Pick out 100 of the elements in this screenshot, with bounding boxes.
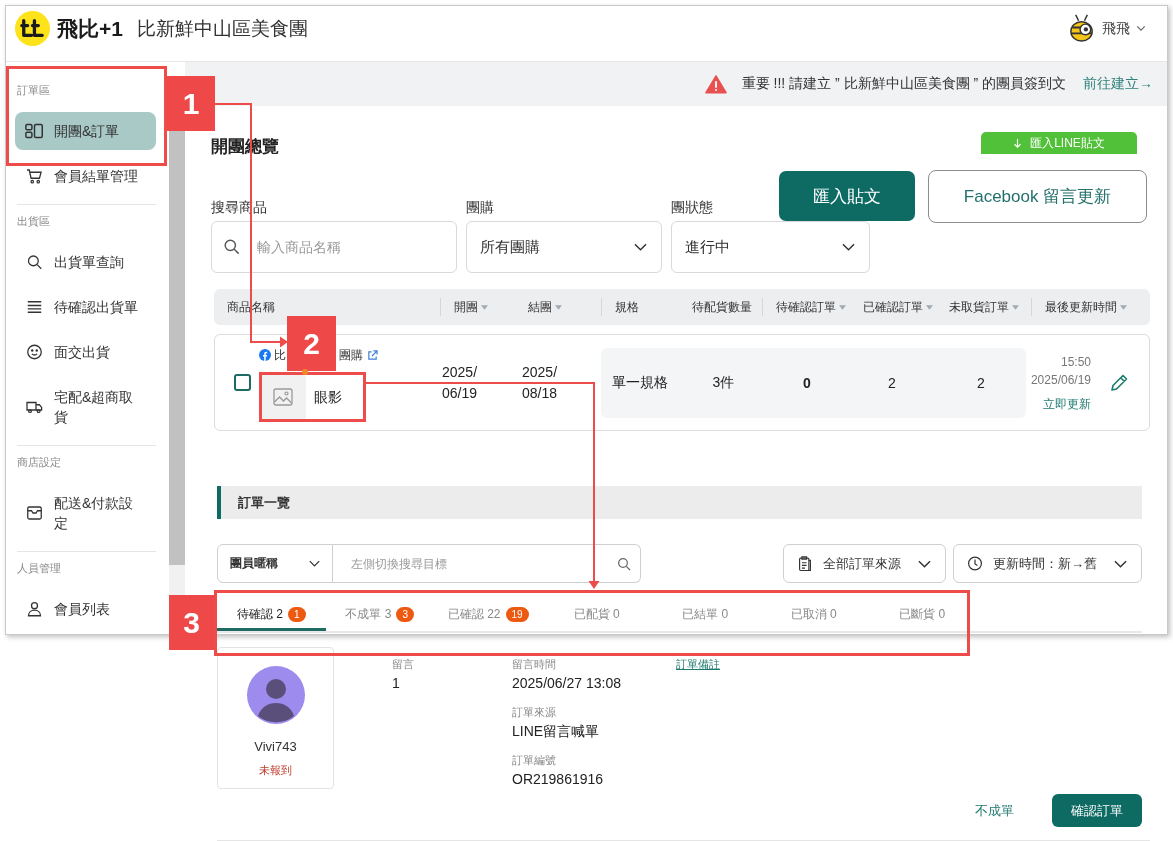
dot-icon [302,369,308,375]
status-tab[interactable]: 待確認 2 1 [217,598,326,631]
step-number: 1 [167,76,215,131]
nav-item[interactable]: 待確認出貨單 [15,288,156,326]
clock-icon [967,555,983,572]
unpicked-count: 2 [977,374,985,391]
nav-item[interactable]: 會員結單管理 [15,157,156,195]
column-header[interactable]: 最後更新時間 [1031,298,1150,316]
column-header: 商品名稱 [226,298,276,316]
import-post-button[interactable]: 匯入貼文 [779,171,915,221]
dropdown-select[interactable]: 進行中 [671,221,870,273]
user-menu[interactable]: 飛飛 [1067,13,1146,44]
update-time: 15:50 [1060,353,1091,371]
step-number: 3 [169,595,214,650]
count-badge: 3 [396,607,415,622]
section-title: 訂單區 [16,83,51,98]
spec-name: 單一規格 [612,373,668,392]
facebook-update-button[interactable]: Facebook 留言更新 [928,169,1147,223]
field-label: 留言時間 [512,657,557,671]
sort-icon [926,304,933,310]
product-name: 眼影 [314,388,342,407]
member-name: Vivi743 [254,739,297,755]
field-value: 1 [392,674,401,693]
check-in-status: 未報到 [259,763,292,777]
create-link[interactable]: 前往建立→ [1083,75,1153,93]
column-header[interactable]: 結團 [515,298,601,316]
confirm-order-button[interactable]: 確認訂單 [1052,794,1142,827]
step-number: 2 [287,316,336,371]
count-badge: 19 [505,607,529,622]
field-label: 訂單來源 [512,705,557,719]
status-tab[interactable]: 已取消 0 [759,598,868,631]
nav-item[interactable]: 出貨單查詢 [15,243,156,281]
search-icon [222,237,241,256]
store-name: 比新鮮中山區美食團 [136,16,308,41]
chevron-icon [309,560,320,567]
column-header: 規格 [601,298,683,316]
field-value: LINE留言喊單 [512,722,601,741]
clipboard-icon [797,555,813,572]
column-header[interactable]: 未取貨訂單 [936,298,1031,316]
group-link[interactable]: 比 [274,348,286,362]
sort-icon [1012,304,1019,310]
search-icon [616,556,632,572]
warning-icon [704,74,727,94]
status-tab[interactable]: 已確認 22 19 [434,598,543,631]
search-field[interactable]: 左側切換搜尋目標 [333,544,641,583]
update-now-link[interactable]: 立即更新 [1043,394,1091,413]
column-header: 待配貨數量 [691,298,753,316]
download-icon [1013,137,1023,149]
close-date: 2025/08/18 [522,362,559,403]
nav-item[interactable]: 配送&付款設定 [15,484,156,542]
search-field[interactable]: 輸入商品名稱 [211,221,457,273]
search-target-select[interactable]: 團員暱稱 [217,544,333,583]
status-tab[interactable]: 已斷貨 0 [868,598,977,631]
open-date: 2025/06/19 [442,362,479,403]
unconfirmed-count: 0 [803,374,811,391]
chevron-icon [634,243,647,251]
brand-name: 飛比+1 [57,15,123,42]
sort-icon [839,304,846,310]
sort-icon [555,304,562,310]
section-title: 人員管理 [16,561,62,576]
pencil-icon[interactable] [1109,372,1129,393]
status-tab[interactable]: 不成單 3 3 [325,598,434,631]
nav-item[interactable]: 面交出貨 [15,333,156,371]
nav-item[interactable]: 宅配&超商取貨 [15,378,156,436]
layout-icon [25,122,44,140]
smile-icon [25,343,44,361]
dropdown-select[interactable]: 所有團購 [466,221,662,273]
field-value: OR219861916 [512,770,605,789]
column-header[interactable]: 待確認訂單 [762,298,850,316]
chevron-icon [1114,559,1127,568]
count-badge: 1 [287,607,306,622]
update-date: 2025/06/19 [1030,371,1091,389]
list-icon [25,298,44,316]
inbox-icon [25,504,44,522]
notice-text: 重要 !!! 請建立 ” 比新鮮中山區美食團 ” 的團員簽到文 [741,75,1066,93]
field-label: 訂單編號 [512,753,557,767]
status-tab[interactable]: 已結單 0 [651,598,760,631]
filter-label: 團狀態 [671,198,714,217]
status-tab[interactable]: 已配貨 0 [542,598,651,631]
avatar-icon [246,666,305,724]
chevron-icon [918,559,931,568]
sort-order-dropdown[interactable]: 更新時間：新→舊 [953,544,1142,583]
nav-item[interactable]: 會員列表 [15,590,156,628]
sort-icon [481,304,488,310]
filter-label: 團購 [466,198,495,217]
group-link[interactable]: 團購 [339,348,363,362]
column-header[interactable]: 已確認訂單 [850,298,936,316]
chevron-icon [842,243,855,251]
sort-icon [1120,304,1127,310]
search-icon [25,253,44,271]
facebook-icon [259,349,271,361]
reject-button[interactable]: 不成單 [975,801,1014,820]
nav-item[interactable]: 開團&訂單 [15,112,156,150]
source-filter-dropdown[interactable]: 全部訂單來源 [783,544,946,583]
caret-icon [1136,25,1146,32]
column-header[interactable]: 開團 [440,298,515,316]
order-note-link[interactable]: 訂單備註 [676,657,720,671]
field-value: 2025/06/27 13:08 [512,674,622,693]
external-link-icon [367,349,378,361]
row-checkbox[interactable] [234,374,251,391]
